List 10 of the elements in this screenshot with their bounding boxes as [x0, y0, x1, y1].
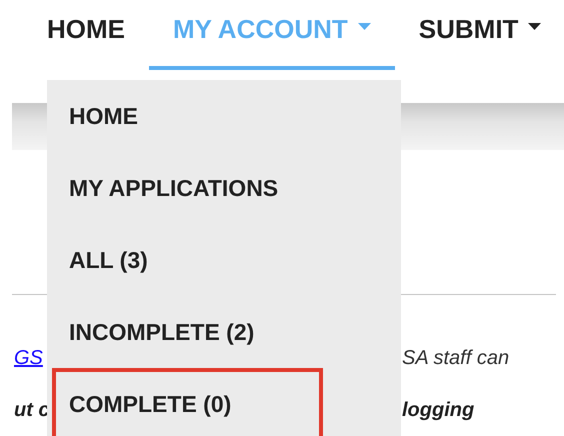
text-link[interactable]: GS	[14, 347, 43, 369]
menu-item[interactable]: MY APPLICATIONS	[52, 152, 323, 224]
menu-item[interactable]: COMPLETE (0)	[52, 368, 323, 436]
menu-item[interactable]: INCOMPLETE (2)	[52, 296, 323, 368]
nav-tab[interactable]: SUBMIT	[394, 0, 564, 70]
menu-item[interactable]: ALL (3)	[52, 224, 323, 296]
text-fragment: logging	[402, 398, 474, 423]
nav-tab[interactable]: HOME	[23, 0, 149, 70]
menu-item[interactable]: HOME	[52, 80, 323, 152]
text-fragment: SA staff can	[402, 346, 510, 371]
